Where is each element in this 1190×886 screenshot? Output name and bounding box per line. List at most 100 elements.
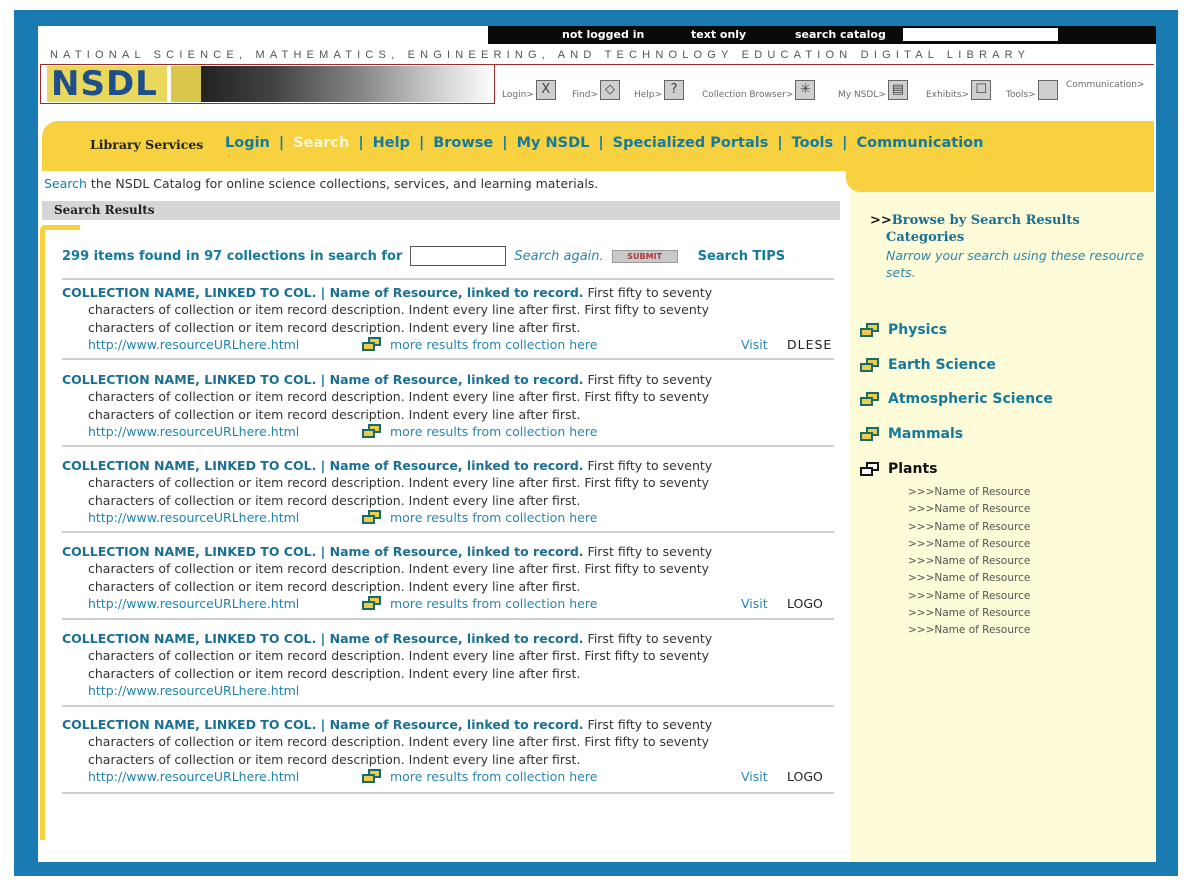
separator: | — [316, 631, 330, 646]
not-logged-in-link[interactable]: not logged in — [562, 28, 644, 41]
logo-gradient — [201, 66, 494, 102]
resource-link[interactable]: >>>Name of Resource — [908, 588, 1030, 605]
plants-resource-list: >>>Name of Resource >>>Name of Resource … — [908, 484, 1030, 640]
resource-link[interactable]: Name of Resource, linked to record. — [330, 631, 584, 646]
resource-url-link[interactable]: http://www.resourceURLhere.html — [88, 424, 299, 439]
category-physics[interactable]: Physics — [860, 322, 947, 338]
nav-exhibits[interactable]: Exhibits> ☐ — [926, 80, 992, 100]
top-bar: not logged in text only search catalog — [488, 26, 1156, 44]
menu-communication[interactable]: Communication — [856, 135, 983, 151]
category-label: Physics — [888, 322, 948, 338]
category-label: Plants — [888, 461, 938, 477]
collection-logo[interactable]: DLESE — [787, 336, 832, 353]
description-line: characters of collection or item record … — [88, 389, 710, 405]
nav-login-label: Login> — [502, 90, 534, 100]
resource-link[interactable]: >>>Name of Resource — [908, 553, 1030, 570]
resource-link[interactable]: >>>Name of Resource — [908, 605, 1030, 622]
result-item: COLLECTION NAME, LINKED TO COL. | Name o… — [62, 457, 842, 526]
nav-communication[interactable]: Communication> — [1066, 80, 1144, 90]
tagline-search-link[interactable]: Search — [44, 176, 87, 191]
collection-link[interactable]: COLLECTION NAME, LINKED TO COL. — [62, 285, 316, 300]
category-plants[interactable]: Plants — [860, 461, 938, 477]
menu-tools[interactable]: Tools — [792, 135, 834, 151]
category-earth-science[interactable]: Earth Science — [860, 357, 996, 373]
search-catalog-label: search catalog — [795, 28, 886, 41]
resource-url-link[interactable]: http://www.resourceURLhere.html — [88, 769, 299, 784]
nav-collection-browser[interactable]: Collection Browser> ✳ — [702, 80, 816, 100]
divider — [62, 705, 834, 707]
resource-link[interactable]: Name of Resource, linked to record. — [330, 544, 584, 559]
divider — [62, 358, 834, 360]
menu-login[interactable]: Login — [225, 135, 270, 151]
collection-link[interactable]: COLLECTION NAME, LINKED TO COL. — [62, 544, 316, 559]
resource-url-link[interactable]: http://www.resourceURLhere.html — [88, 510, 299, 525]
description-line: characters of collection or item record … — [88, 665, 581, 681]
logo-figure-icon — [171, 66, 201, 102]
visit-link[interactable]: Visit — [741, 768, 768, 785]
more-results-label: more results from collection here — [390, 509, 598, 525]
stacked-cards-icon — [362, 510, 382, 525]
visit-link[interactable]: Visit — [741, 336, 768, 353]
resource-link[interactable]: Name of Resource, linked to record. — [330, 717, 584, 732]
nav-tools[interactable]: Tools> — [1006, 80, 1058, 100]
collection-link[interactable]: COLLECTION NAME, LINKED TO COL. — [62, 372, 316, 387]
stacked-cards-icon — [860, 426, 880, 442]
menu-separator: | — [777, 135, 783, 151]
category-mammals[interactable]: Mammals — [860, 426, 963, 442]
result-item: COLLECTION NAME, LINKED TO COL. | Name o… — [62, 716, 842, 785]
banner-title: NATIONAL SCIENCE, MATHEMATICS, ENGINEERI… — [50, 49, 1031, 61]
resource-link[interactable]: Name of Resource, linked to record. — [330, 458, 584, 473]
stacked-cards-icon — [362, 424, 382, 439]
menu-my-nsdl[interactable]: My NSDL — [517, 135, 590, 151]
search-again-input[interactable] — [410, 246, 507, 266]
resource-link[interactable]: >>>Name of Resource — [908, 501, 1030, 518]
more-results-link[interactable]: more results from collection here — [362, 336, 597, 353]
nav-find[interactable]: Find> ◇ — [572, 80, 620, 100]
more-results-link[interactable]: more results from collection here — [362, 509, 597, 526]
menu-separator: | — [502, 135, 508, 151]
collection-link[interactable]: COLLECTION NAME, LINKED TO COL. — [62, 458, 316, 473]
visit-link[interactable]: Visit — [741, 595, 768, 612]
nav-help[interactable]: Help>? — [634, 80, 685, 100]
description-line: characters of collection or item record … — [88, 751, 581, 767]
text-only-link[interactable]: text only — [691, 28, 746, 41]
resource-link[interactable]: Name of Resource, linked to record. — [330, 285, 584, 300]
nav-login[interactable]: Login> X — [502, 80, 556, 100]
resource-url-link[interactable]: http://www.resourceURLhere.html — [88, 337, 299, 352]
separator: | — [316, 285, 330, 300]
menu-help[interactable]: Help — [373, 135, 410, 151]
resource-link[interactable]: Name of Resource, linked to record. — [330, 372, 584, 387]
nav-my-nsdl[interactable]: My NSDL> ▤ — [838, 80, 908, 100]
separator: | — [316, 544, 330, 559]
sidebar-title-line2: Categories — [886, 230, 965, 245]
resource-link[interactable]: >>>Name of Resource — [908, 570, 1030, 587]
nsdl-logo[interactable]: NSDL — [40, 64, 495, 104]
search-tips-link[interactable]: Search TIPS — [698, 249, 785, 264]
separator: | — [316, 372, 330, 387]
more-results-label: more results from collection here — [390, 336, 598, 352]
resource-link[interactable]: >>>Name of Resource — [908, 622, 1030, 639]
description-line: characters of collection or item record … — [88, 406, 581, 422]
nav-exhibits-label: Exhibits> — [926, 90, 970, 100]
resource-link[interactable]: >>>Name of Resource — [908, 536, 1030, 553]
exhibits-icon: ☐ — [971, 80, 992, 100]
resource-link[interactable]: >>>Name of Resource — [908, 484, 1030, 501]
collection-link[interactable]: COLLECTION NAME, LINKED TO COL. — [62, 717, 316, 732]
menu-browse[interactable]: Browse — [433, 135, 493, 151]
resource-link[interactable]: >>>Name of Resource — [908, 519, 1030, 536]
more-results-link[interactable]: more results from collection here — [362, 595, 597, 612]
submit-button[interactable]: SUBMIT — [611, 249, 678, 263]
menu-specialized-portals[interactable]: Specialized Portals — [613, 135, 769, 151]
collection-link[interactable]: COLLECTION NAME, LINKED TO COL. — [62, 631, 316, 646]
menu-separator: | — [842, 135, 848, 151]
resource-url-link[interactable]: http://www.resourceURLhere.html — [88, 596, 299, 611]
collection-logo[interactable]: LOGO — [787, 768, 823, 785]
collection-logo[interactable]: LOGO — [787, 595, 823, 612]
search-catalog-input[interactable] — [903, 28, 1058, 41]
more-results-link[interactable]: more results from collection here — [362, 423, 597, 440]
menu-search[interactable]: Search — [293, 135, 349, 151]
more-results-link[interactable]: more results from collection here — [362, 768, 597, 785]
category-atmospheric-science[interactable]: Atmospheric Science — [860, 391, 1053, 407]
description-line: First fifty to seventy — [583, 285, 713, 300]
resource-url-link[interactable]: http://www.resourceURLhere.html — [88, 683, 299, 698]
